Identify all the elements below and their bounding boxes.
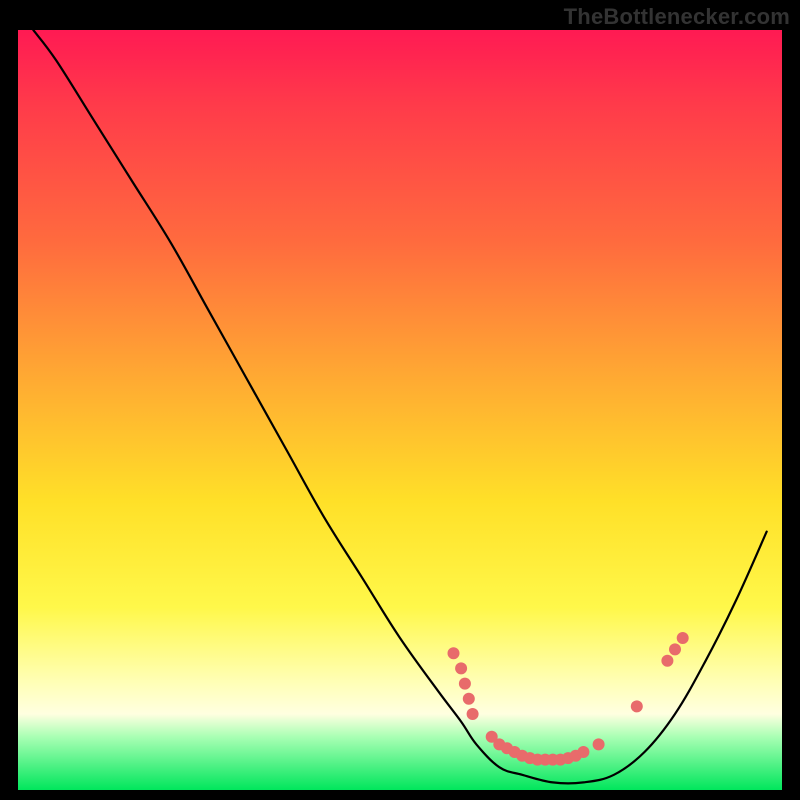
data-marker: [593, 738, 605, 750]
data-marker: [455, 662, 467, 674]
data-marker: [661, 655, 673, 667]
data-marker: [669, 643, 681, 655]
data-marker: [677, 632, 689, 644]
data-marker: [631, 700, 643, 712]
data-marker: [467, 708, 479, 720]
bottleneck-curve: [33, 30, 766, 783]
data-marker: [459, 678, 471, 690]
data-marker: [448, 647, 460, 659]
data-marker: [463, 693, 475, 705]
chart-svg: [18, 30, 782, 790]
data-marker: [577, 746, 589, 758]
marker-group: [448, 632, 689, 766]
attribution-text: TheBottlenecker.com: [564, 4, 790, 30]
chart-plot-area: [18, 30, 782, 790]
